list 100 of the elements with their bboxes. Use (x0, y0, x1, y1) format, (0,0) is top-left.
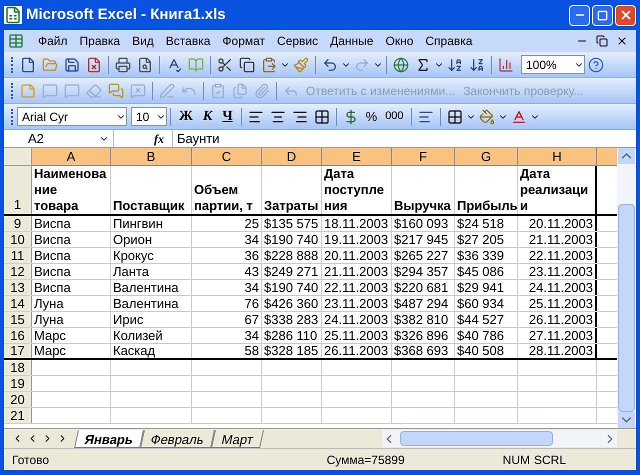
scroll-thumb[interactable] (400, 431, 553, 446)
horizontal-scrollbar[interactable] (382, 430, 617, 447)
function-button[interactable]: fx (154, 130, 164, 148)
table-cell: Пингвин (111, 216, 192, 231)
maximize-icon (597, 10, 608, 20)
row-header[interactable]: 13 (4, 280, 32, 295)
sheet-tab[interactable]: Январь (74, 430, 144, 448)
sheet-tab[interactable]: Февраль (140, 430, 215, 448)
formula-field[interactable]: Баунти (172, 130, 636, 147)
row-header[interactable]: 10 (4, 232, 32, 247)
merge-cells-icon[interactable] (314, 108, 330, 124)
menu-item[interactable]: Окно (379, 32, 420, 50)
menu-item[interactable]: Вид (126, 32, 160, 50)
row-header[interactable]: 18 (4, 360, 32, 375)
fill-color-icon[interactable] (478, 108, 495, 124)
italic-button[interactable]: К (198, 106, 218, 127)
menu-item[interactable]: Файл (32, 32, 74, 50)
bold-button[interactable]: Ж (174, 106, 198, 127)
row-header[interactable]: 19 (4, 376, 32, 391)
column-header[interactable]: F (392, 148, 455, 166)
clipboard-icon[interactable] (210, 82, 226, 98)
scroll-down-icon[interactable] (618, 412, 635, 428)
vertical-scrollbar[interactable] (617, 148, 636, 428)
table-cell: Валентина (111, 280, 192, 295)
scroll-thumb[interactable] (618, 204, 635, 412)
row-header[interactable]: 11 (4, 248, 32, 263)
row-header[interactable]: 9 (4, 216, 32, 231)
status-indicator: SCRL (532, 452, 567, 468)
menu-item[interactable]: Формат (216, 32, 272, 50)
column-header[interactable]: D (262, 148, 322, 166)
menu-item[interactable]: Сервис (271, 32, 324, 50)
column-header[interactable]: E (322, 148, 392, 166)
table-cell: 18.11.2003 (322, 216, 392, 231)
scissors-icon[interactable] (217, 56, 233, 72)
copy-icon[interactable] (239, 56, 255, 72)
row-header[interactable]: 16 (4, 328, 32, 343)
printer-icon[interactable] (115, 56, 131, 72)
table-cell: $249 271 (262, 264, 322, 279)
table-cell: $190 740 (262, 232, 322, 247)
column-header[interactable]: C (192, 148, 262, 166)
indent-icon[interactable] (418, 108, 434, 124)
percent-button[interactable]: % (362, 106, 382, 126)
sheet-tab[interactable]: Март (211, 430, 264, 448)
minimize-button[interactable] (569, 4, 590, 26)
help-icon[interactable] (588, 56, 604, 72)
align-right-icon[interactable] (292, 108, 308, 124)
font-color-icon[interactable] (510, 108, 527, 124)
borders-icon[interactable] (446, 108, 463, 124)
globe-icon[interactable] (393, 56, 409, 72)
sort-ascending-icon[interactable] (447, 56, 463, 72)
print-preview-icon[interactable] (137, 56, 153, 72)
table-cell: 76 (192, 296, 262, 311)
table-cell: $24 518 (455, 216, 518, 231)
table-cell: 20.11.2003 (518, 216, 597, 231)
undo-icon[interactable] (322, 56, 338, 72)
zoom-field[interactable]: 100% (521, 55, 585, 74)
row-header[interactable]: 21 (4, 408, 32, 423)
table-cell: $190 740 (262, 280, 322, 295)
column-header[interactable]: A (32, 148, 111, 166)
row-header[interactable]: 14 (4, 296, 32, 311)
workbook-icon[interactable] (8, 33, 24, 49)
underline-button[interactable]: Ч (217, 106, 238, 127)
maximize-button[interactable] (592, 4, 613, 26)
align-left-icon[interactable] (248, 108, 264, 124)
table-cell: Орион (111, 232, 192, 247)
menu-item[interactable]: Вставка (160, 32, 216, 50)
menu-item[interactable]: Правка (74, 32, 126, 50)
font-field[interactable]: Arial Cyr (17, 107, 127, 126)
table-cell: $217 945 (392, 232, 455, 247)
name-box[interactable]: A2 (4, 130, 114, 147)
row-header[interactable]: 15 (4, 312, 32, 327)
table-cell: 58 (192, 344, 262, 358)
sort-descending-icon[interactable] (469, 56, 485, 72)
menu-item[interactable]: Данные (324, 32, 380, 50)
menu-item[interactable]: Справка (419, 32, 478, 50)
close-button[interactable] (615, 4, 636, 26)
column-header[interactable]: B (111, 148, 192, 166)
table-cell: $286 110 (262, 328, 322, 343)
new-file-icon[interactable] (20, 56, 36, 72)
row-header[interactable]: 12 (4, 264, 32, 279)
align-center-icon[interactable] (270, 108, 286, 124)
font-size-field[interactable]: 10 (131, 107, 167, 126)
table-cell: 20.11.2003 (322, 248, 392, 263)
column-header[interactable]: H (518, 148, 597, 166)
row-header[interactable]: 20 (4, 392, 32, 407)
column-header[interactable]: G (455, 148, 518, 166)
save-icon[interactable] (64, 56, 80, 72)
restore-icon[interactable] (596, 35, 608, 47)
paperclip-icon[interactable] (254, 82, 270, 98)
table-cell: $228 888 (262, 248, 322, 263)
scroll-up-icon[interactable] (618, 148, 635, 164)
row-header[interactable]: 1 (4, 166, 32, 214)
file-x-icon[interactable] (86, 56, 102, 72)
thousands-button[interactable]: 000 (381, 108, 408, 125)
paste-icon[interactable] (261, 56, 277, 72)
close-icon[interactable] (616, 35, 628, 47)
table-cell: $328 185 (262, 344, 322, 358)
table-cell: Виспа (32, 248, 111, 263)
row-header[interactable]: 17 (4, 344, 32, 358)
chart-icon[interactable] (498, 56, 514, 72)
